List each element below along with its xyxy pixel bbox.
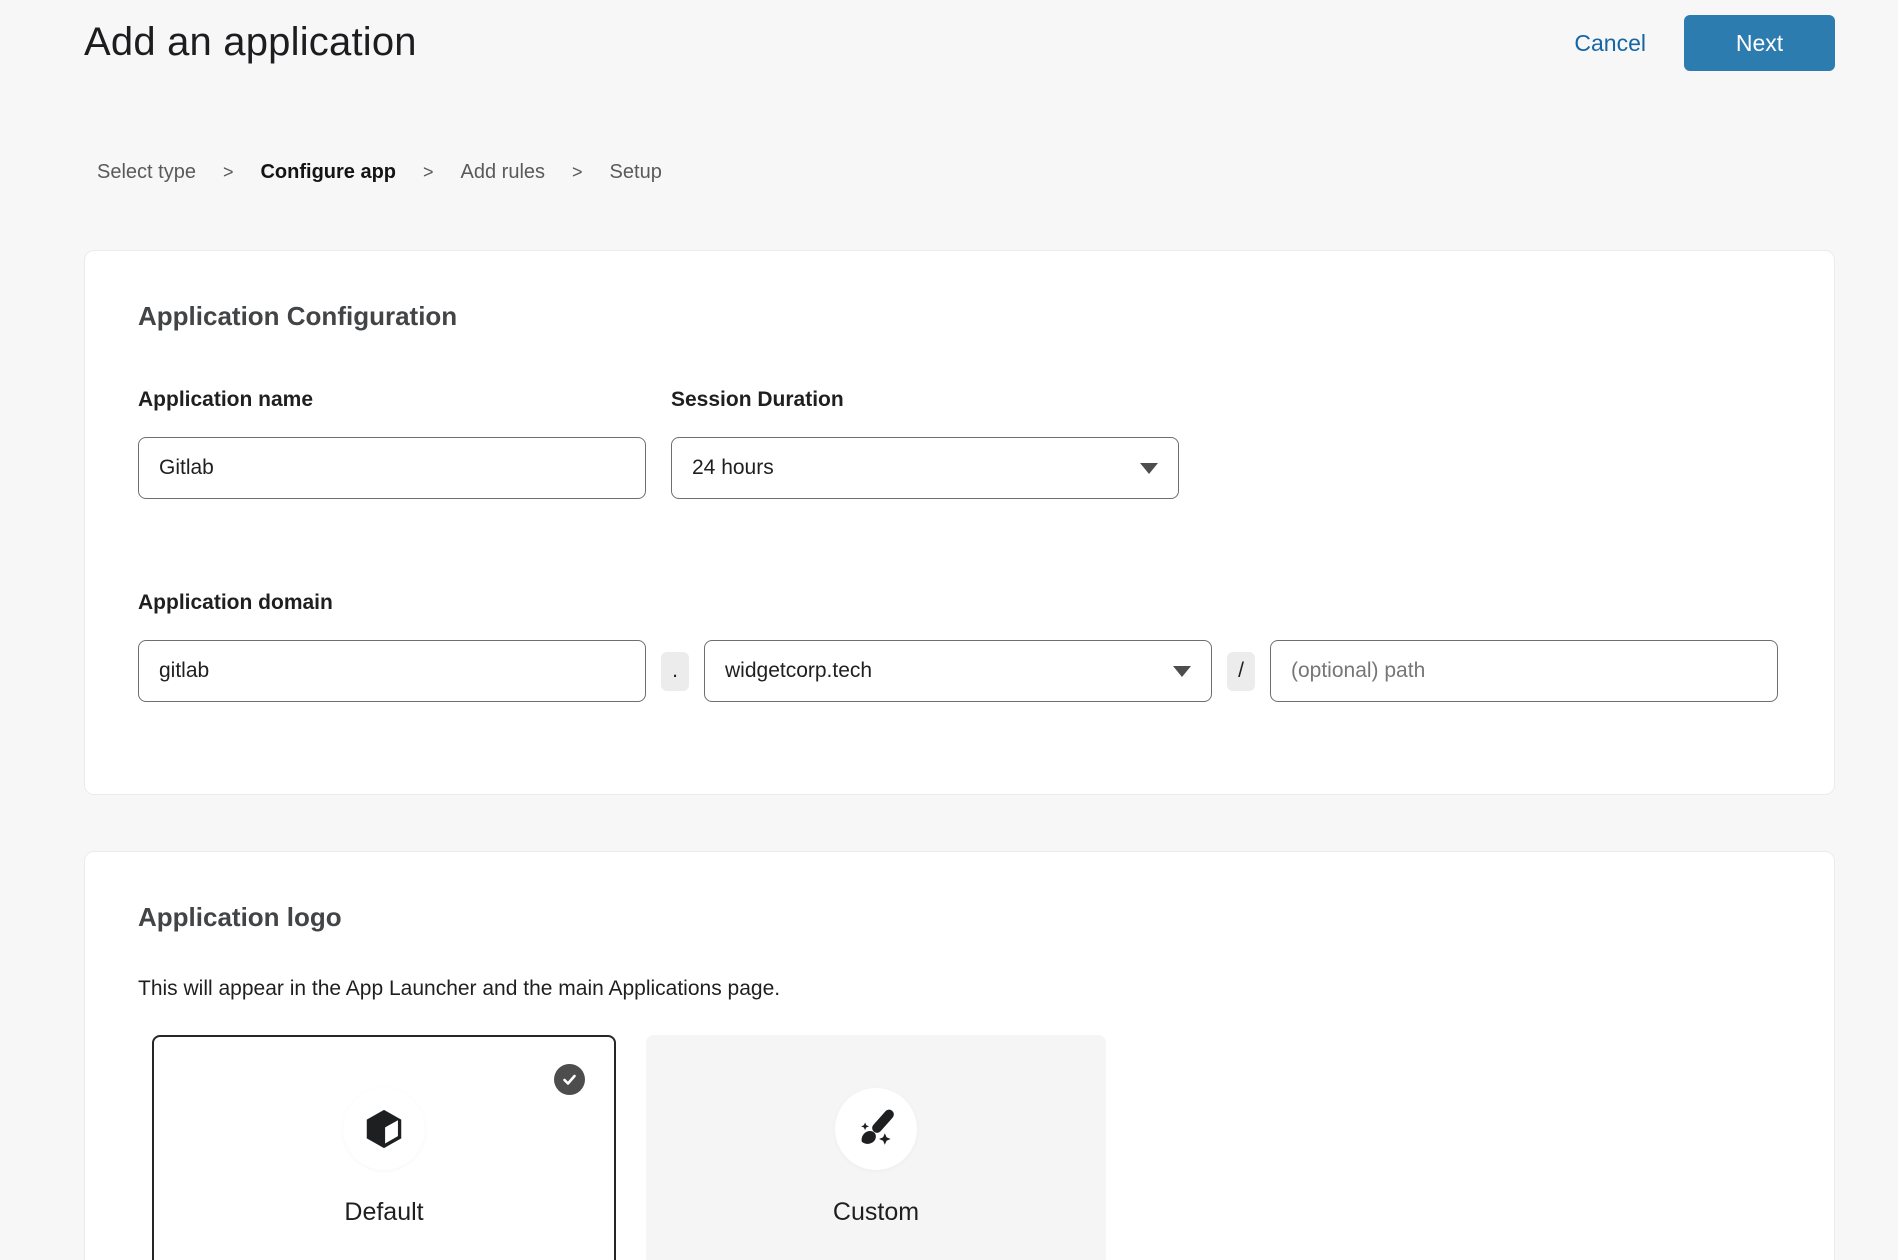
domain-select[interactable]: widgetcorp.tech — [704, 640, 1212, 702]
application-name-label: Application name — [138, 387, 646, 413]
application-configuration-heading: Application Configuration — [138, 299, 1781, 333]
application-logo-card: Application logo This will appear in the… — [84, 851, 1835, 1260]
logo-option-default[interactable]: Default — [152, 1035, 616, 1260]
domain-select-value: widgetcorp.tech — [725, 659, 872, 683]
application-logo-description: This will appear in the App Launcher and… — [138, 976, 1781, 1002]
session-duration-label: Session Duration — [671, 387, 1179, 413]
breadcrumb: Select type > Configure app > Add rules … — [84, 161, 1835, 184]
breadcrumb-separator: > — [223, 162, 234, 183]
breadcrumb-setup[interactable]: Setup — [610, 161, 662, 184]
session-duration-field: Session Duration 24 hours — [671, 387, 1179, 499]
breadcrumb-add-rules[interactable]: Add rules — [461, 161, 546, 184]
cube-icon — [343, 1088, 425, 1170]
page-header: Add an application Cancel Next — [84, 0, 1835, 71]
chevron-down-icon — [1140, 463, 1158, 474]
breadcrumb-separator: > — [572, 162, 583, 183]
header-actions: Cancel Next — [1574, 14, 1835, 71]
application-name-field: Application name — [138, 387, 646, 499]
logo-option-label: Default — [344, 1198, 423, 1227]
cancel-button[interactable]: Cancel — [1574, 30, 1646, 57]
session-duration-select[interactable]: 24 hours — [671, 437, 1179, 499]
breadcrumb-select-type[interactable]: Select type — [97, 161, 196, 184]
logo-options: Default Custom — [152, 1035, 1781, 1260]
subdomain-input[interactable] — [138, 640, 646, 702]
application-configuration-card: Application Configuration Application na… — [84, 250, 1835, 795]
paintbrush-icon — [835, 1088, 917, 1170]
path-input[interactable] — [1270, 640, 1778, 702]
next-button[interactable]: Next — [1684, 15, 1835, 71]
logo-option-label: Custom — [833, 1198, 919, 1227]
logo-option-custom[interactable]: Custom — [646, 1035, 1106, 1260]
application-name-input[interactable] — [138, 437, 646, 499]
application-logo-heading: Application logo — [138, 900, 1781, 934]
page-title: Add an application — [84, 14, 417, 70]
dot-separator: . — [661, 652, 689, 691]
breadcrumb-configure-app[interactable]: Configure app — [260, 161, 396, 184]
application-domain-label: Application domain — [138, 590, 1781, 616]
breadcrumb-separator: > — [423, 162, 434, 183]
session-duration-value: 24 hours — [692, 456, 774, 480]
check-icon — [554, 1064, 585, 1095]
application-domain-field: Application domain . widgetcorp.tech / — [138, 590, 1781, 702]
page: Add an application Cancel Next Select ty… — [84, 0, 1835, 1260]
chevron-down-icon — [1173, 666, 1191, 677]
application-domain-row: . widgetcorp.tech / — [138, 640, 1781, 702]
name-duration-row: Application name Session Duration 24 hou… — [138, 387, 1781, 499]
slash-separator: / — [1227, 652, 1255, 691]
